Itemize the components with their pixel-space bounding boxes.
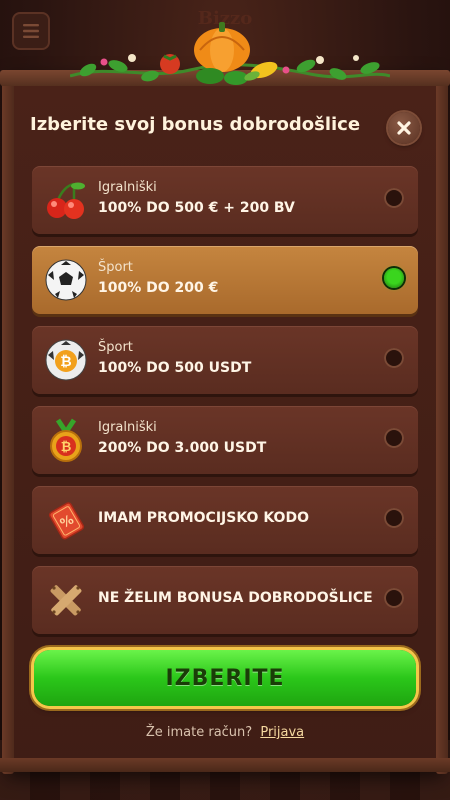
frame-post-right (436, 70, 448, 774)
bonus-option-sport-500usdt[interactable]: ₿ Šport 100% DO 500 USDT (32, 326, 418, 394)
option-label: IMAM PROMOCIJSKO KODO (98, 510, 309, 526)
login-prompt-text: Že imate račun? (145, 725, 253, 740)
svg-text:₿: ₿ (60, 354, 71, 370)
option-category: Šport (98, 260, 133, 275)
radio-button[interactable] (384, 508, 404, 528)
select-button[interactable]: IZBERITE (34, 650, 416, 706)
bonus-option-promo-code[interactable]: % IMAM PROMOCIJSKO KODO (32, 486, 418, 554)
option-label: 100% DO 500 USDT (98, 360, 252, 376)
promo-ticket-icon: % (48, 502, 85, 540)
option-label: 100% DO 200 € (98, 280, 219, 296)
option-category: Igralniški (98, 180, 157, 195)
option-category: Šport (98, 340, 133, 355)
bonus-option-casino-500eur[interactable]: Igralniški 100% DO 500 € + 200 BV (32, 166, 418, 234)
harvest-decoration (70, 22, 390, 85)
radio-button[interactable] (384, 348, 404, 368)
bonus-option-sport-200eur[interactable]: Šport 100% DO 200 € (32, 246, 418, 314)
login-prompt: Že imate račun? Prijava (0, 725, 450, 740)
option-label: 100% DO 500 € + 200 BV (98, 200, 295, 216)
bonus-option-no-bonus[interactable]: NE ŽELIM BONUSA DOBRODOŠLICE (32, 566, 418, 634)
option-label: 200% DO 3.000 USDT (98, 440, 267, 456)
bitcoin-ball-icon: ₿ (45, 339, 87, 381)
soccer-ball-icon (45, 259, 87, 301)
radio-button[interactable] (384, 428, 404, 448)
radio-button[interactable] (384, 588, 404, 608)
frame-beam-bottom (0, 758, 450, 772)
login-link[interactable]: Prijava (260, 725, 304, 740)
radio-button[interactable] (384, 188, 404, 208)
no-bonus-cross-icon (50, 585, 82, 616)
bitcoin-medal-icon: ₿ (50, 418, 82, 462)
option-label: NE ŽELIM BONUSA DOBRODOŠLICE (98, 590, 373, 606)
frame-post-left (2, 70, 14, 774)
hamburger-icon[interactable] (12, 12, 50, 50)
option-category: Igralniški (98, 420, 157, 435)
close-icon[interactable] (388, 112, 420, 144)
svg-text:₿: ₿ (61, 440, 72, 455)
bonus-option-casino-3000usdt[interactable]: ₿ Igralniški 200% DO 3.000 USDT (32, 406, 418, 474)
modal-title: Izberite svoj bonus dobrodošlice (30, 114, 361, 135)
radio-button-selected[interactable] (384, 268, 404, 288)
cherries-icon (47, 182, 85, 219)
